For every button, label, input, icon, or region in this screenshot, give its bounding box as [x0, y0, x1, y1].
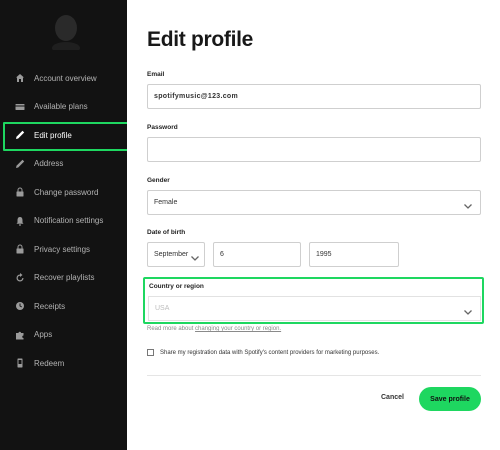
sidebar-item-privacy-settings[interactable]: Privacy settings: [0, 235, 127, 264]
user-silhouette-icon: [52, 15, 80, 54]
dob-month-value: September: [154, 251, 189, 258]
divider: [147, 375, 481, 376]
clock-icon: [14, 300, 26, 312]
sidebar-item-label: Notification settings: [34, 216, 104, 226]
chevron-down-icon: [463, 198, 473, 209]
dob-day-value: 6: [220, 251, 224, 258]
sidebar-item-apps[interactable]: Apps: [0, 321, 127, 350]
sidebar-item-label: Privacy settings: [34, 244, 91, 254]
email-label: Email: [147, 71, 165, 78]
sidebar-nav: Account overview Available plans Edit pr…: [0, 64, 129, 378]
dob-month-select[interactable]: September: [147, 242, 205, 267]
share-data-label: Share my registration data with Spotify'…: [160, 349, 380, 356]
sidebar-item-address[interactable]: Address: [0, 150, 127, 179]
save-profile-button[interactable]: Save profile: [419, 387, 481, 411]
sidebar-item-available-plans[interactable]: Available plans: [0, 93, 127, 122]
sidebar-item-change-password[interactable]: Change password: [0, 178, 127, 207]
bell-icon: [14, 215, 26, 227]
share-data-checkbox[interactable]: [147, 349, 154, 356]
main-panel: Edit profile Email spotifymusic@123.com …: [127, 0, 500, 450]
country-helper-text: Read more about changing your country or…: [147, 326, 281, 332]
chevron-down-icon: [463, 304, 473, 315]
sidebar-item-label: Recover playlists: [34, 273, 95, 283]
puzzle-icon: [14, 329, 26, 341]
device-icon: [14, 357, 26, 369]
sidebar-item-account-overview[interactable]: Account overview: [0, 64, 127, 93]
password-field[interactable]: [147, 137, 481, 162]
helper-prefix: Read more about: [147, 326, 194, 332]
sidebar-item-label: Available plans: [34, 102, 88, 112]
avatar[interactable]: [50, 14, 82, 54]
sidebar-item-label: Account overview: [34, 73, 97, 83]
email-field[interactable]: spotifymusic@123.com: [147, 84, 481, 109]
sidebar-item-notification-settings[interactable]: Notification settings: [0, 207, 127, 236]
cancel-button[interactable]: Cancel: [381, 394, 404, 401]
refresh-icon: [14, 272, 26, 284]
sidebar-item-redeem[interactable]: Redeem: [0, 349, 127, 378]
dob-year-value: 1995: [316, 251, 332, 258]
lock-icon: [14, 186, 26, 198]
lock-icon: [14, 243, 26, 255]
sidebar-item-label: Edit profile: [34, 130, 72, 140]
password-label: Password: [147, 124, 178, 131]
home-icon: [14, 72, 26, 84]
pen-icon: [14, 129, 26, 141]
sidebar-item-receipts[interactable]: Receipts: [0, 292, 127, 321]
email-value: spotifymusic@123.com: [154, 93, 239, 100]
dob-day-field[interactable]: 6: [213, 242, 301, 267]
country-select[interactable]: USA: [148, 296, 481, 321]
change-country-link[interactable]: changing your country or region.: [195, 326, 281, 332]
sidebar-item-edit-profile[interactable]: Edit profile: [0, 121, 129, 151]
sidebar-item-recover-playlists[interactable]: Recover playlists: [0, 264, 127, 293]
card-icon: [14, 101, 26, 113]
sidebar-item-label: Apps: [34, 330, 53, 340]
share-data-row[interactable]: Share my registration data with Spotify'…: [147, 349, 379, 356]
country-highlight: Country or region USA: [143, 277, 484, 324]
sidebar-item-label: Receipts: [34, 301, 66, 311]
dob-year-field[interactable]: 1995: [309, 242, 399, 267]
gender-select[interactable]: Female: [147, 190, 481, 215]
page-title: Edit profile: [147, 28, 254, 51]
gender-label: Gender: [147, 177, 170, 184]
chevron-down-icon: [190, 250, 200, 261]
dob-label: Date of birth: [147, 229, 186, 236]
pen-icon: [14, 158, 26, 170]
gender-value: Female: [154, 199, 178, 206]
sidebar-item-label: Address: [34, 159, 64, 169]
country-label: Country or region: [149, 283, 204, 290]
country-value: USA: [155, 305, 170, 312]
sidebar-item-label: Change password: [34, 187, 99, 197]
sidebar-item-label: Redeem: [34, 358, 65, 368]
sidebar: Account overview Available plans Edit pr…: [0, 0, 129, 450]
